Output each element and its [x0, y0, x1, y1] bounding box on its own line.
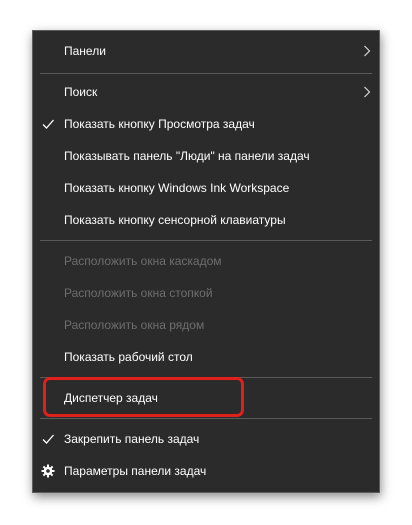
menu-separator [40, 73, 372, 74]
chevron-right-icon [364, 45, 371, 57]
checkmark-icon [42, 434, 54, 444]
menu-item-label: Показать кнопку Просмотра задач [64, 117, 255, 131]
menu-item-label: Показать рабочий стол [64, 350, 193, 364]
menu-item-label: Показывать панель "Люди" на панели задач [64, 149, 310, 163]
menu-item-lock-taskbar[interactable]: Закрепить панель задач [33, 423, 379, 455]
taskbar-context-menu: Панели Поиск Показать кнопку Просмотра з… [32, 30, 380, 493]
menu-item-label: Поиск [64, 85, 98, 99]
menu-item-side-by-side-windows: Расположить окна рядом [33, 309, 379, 341]
menu-item-task-manager[interactable]: Диспетчер задач [33, 382, 379, 414]
menu-item-show-desktop[interactable]: Показать рабочий стол [33, 341, 379, 373]
menu-separator [40, 377, 372, 378]
gear-icon [41, 464, 55, 478]
chevron-right-icon [364, 86, 371, 98]
menu-item-label: Панели [64, 44, 106, 58]
menu-item-label: Расположить окна рядом [64, 318, 205, 332]
menu-separator [40, 240, 372, 241]
menu-item-show-touch-keyboard-button[interactable]: Показать кнопку сенсорной клавиатуры [33, 204, 379, 236]
menu-item-label: Расположить окна каскадом [64, 254, 222, 268]
menu-item-panels[interactable]: Панели [33, 35, 379, 67]
menu-item-label: Закрепить панель задач [64, 432, 200, 446]
menu-item-show-people-panel[interactable]: Показывать панель "Люди" на панели задач [33, 140, 379, 172]
menu-item-search[interactable]: Поиск [33, 76, 379, 108]
menu-item-stack-windows: Расположить окна стопкой [33, 277, 379, 309]
menu-item-show-task-view-button[interactable]: Показать кнопку Просмотра задач [33, 108, 379, 140]
menu-item-label: Диспетчер задач [64, 391, 158, 405]
menu-item-show-ink-workspace-button[interactable]: Показать кнопку Windows Ink Workspace [33, 172, 379, 204]
menu-item-label: Показать кнопку сенсорной клавиатуры [64, 213, 286, 227]
menu-item-label: Показать кнопку Windows Ink Workspace [64, 181, 290, 195]
menu-item-cascade-windows: Расположить окна каскадом [33, 245, 379, 277]
checkmark-icon [42, 119, 54, 129]
menu-item-label: Параметры панели задач [64, 464, 207, 478]
menu-item-label: Расположить окна стопкой [64, 286, 213, 300]
menu-separator [40, 418, 372, 419]
menu-item-taskbar-settings[interactable]: Параметры панели задач [33, 455, 379, 487]
